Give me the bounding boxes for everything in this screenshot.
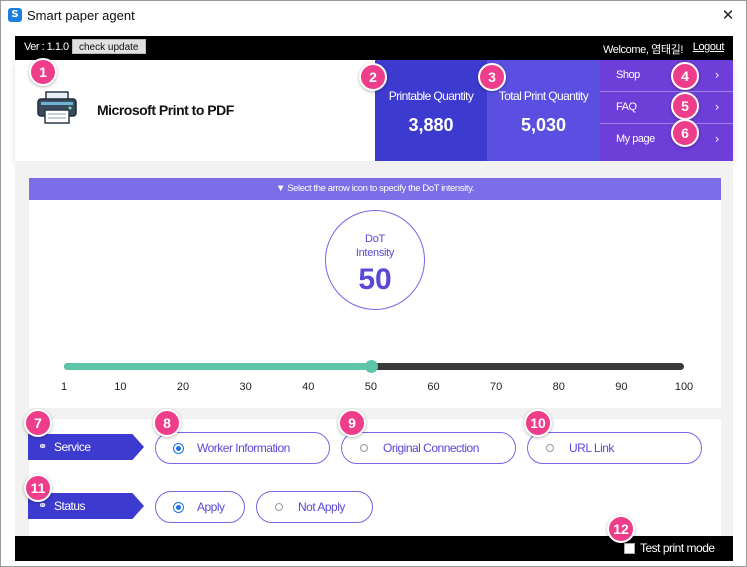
close-icon[interactable]: ✕ bbox=[718, 5, 738, 25]
radio-original-connection[interactable]: Original Connection bbox=[341, 432, 516, 464]
app-logo-icon: S bbox=[8, 8, 22, 22]
radio-worker-information[interactable]: Worker Information bbox=[155, 432, 330, 464]
printable-quantity-label: Printable Quantity bbox=[388, 89, 474, 103]
printable-quantity-panel: Printable Quantity 3,880 bbox=[375, 60, 487, 161]
slider-tick-label: 10 bbox=[114, 381, 127, 393]
link-icon: ⚭ bbox=[38, 440, 47, 453]
menu-item-label: My page bbox=[616, 133, 655, 145]
menu-item-label: FAQ bbox=[616, 101, 637, 113]
marker-badge-5: 5 bbox=[671, 92, 699, 120]
slider-tick-label: 100 bbox=[674, 381, 694, 393]
marker-badge-9: 9 bbox=[338, 409, 366, 437]
radio-checked-icon bbox=[174, 503, 183, 512]
marker-badge-10: 10 bbox=[524, 409, 552, 437]
dot-intensity-display: DoT Intensity 50 bbox=[325, 210, 425, 310]
marker-badge-4: 4 bbox=[671, 62, 699, 90]
slider-tick-label: 30 bbox=[239, 381, 252, 393]
radio-unchecked-icon bbox=[360, 444, 368, 452]
dot-intensity-panel: ▼ Select the arrow icon to specify the D… bbox=[29, 178, 721, 408]
radio-url-link[interactable]: URL Link bbox=[527, 432, 702, 464]
dot-title-line1: DoT bbox=[365, 233, 385, 245]
slider-fill bbox=[64, 363, 371, 370]
dot-intensity-title: DoT Intensity bbox=[326, 232, 424, 260]
radio-unchecked-icon bbox=[546, 444, 554, 452]
printable-quantity-value: 3,880 bbox=[408, 115, 454, 135]
slider-tick-label: 90 bbox=[615, 381, 628, 393]
header-bar: Ver : 1.1.0 check update Welcome, 염태길! L… bbox=[15, 36, 733, 60]
menu-item-label: Shop bbox=[616, 69, 640, 81]
slider-tick-label: 20 bbox=[176, 381, 190, 393]
chevron-right-icon: › bbox=[714, 100, 720, 114]
check-update-button[interactable]: check update bbox=[72, 39, 146, 54]
menu-item-faq[interactable]: FAQ › bbox=[600, 92, 733, 123]
marker-badge-1: 1 bbox=[29, 58, 57, 86]
marker-badge-12: 12 bbox=[607, 515, 635, 543]
logout-link[interactable]: Logout bbox=[693, 41, 725, 53]
window-title: Smart paper agent bbox=[27, 8, 135, 23]
dot-intensity-value: 50 bbox=[358, 263, 392, 296]
test-print-label: Test print mode bbox=[640, 541, 715, 555]
slider-tick-label: 70 bbox=[489, 381, 503, 393]
printer-name: Microsoft Print to PDF bbox=[97, 102, 234, 118]
slider-tick-label: 1 bbox=[60, 381, 68, 393]
dot-title-line2: Intensity bbox=[355, 247, 395, 259]
chevron-right-icon: › bbox=[714, 68, 720, 82]
side-menu: Shop › FAQ › My page › bbox=[600, 60, 733, 161]
slider-tick-label: 50 bbox=[364, 381, 377, 393]
printer-icon bbox=[37, 91, 77, 124]
marker-badge-11: 11 bbox=[24, 474, 52, 502]
title-bar: S Smart paper agent ✕ bbox=[1, 1, 746, 31]
marker-badge-2: 2 bbox=[359, 63, 387, 91]
radio-unchecked-icon bbox=[275, 503, 283, 511]
main-body: ▼ Select the arrow icon to specify the D… bbox=[15, 161, 733, 536]
radio-apply[interactable]: Apply bbox=[155, 491, 245, 523]
radio-checked-icon bbox=[174, 444, 183, 453]
total-quantity-value: 5,030 bbox=[520, 115, 567, 135]
marker-badge-6: 6 bbox=[671, 119, 699, 147]
radio-not-apply[interactable]: Not Apply bbox=[256, 491, 373, 523]
slider-tick-label: 80 bbox=[552, 381, 565, 393]
test-print-checkbox[interactable] bbox=[624, 543, 635, 554]
marker-badge-7: 7 bbox=[24, 409, 52, 437]
dot-instruction-banner: ▼ Select the arrow icon to specify the D… bbox=[29, 178, 721, 200]
menu-item-shop[interactable]: Shop › bbox=[600, 60, 733, 91]
dot-intensity-slider[interactable] bbox=[64, 360, 684, 373]
marker-badge-8: 8 bbox=[153, 409, 181, 437]
app-window: S Smart paper agent ✕ Ver : 1.1.0 check … bbox=[0, 0, 747, 567]
slider-thumb[interactable] bbox=[364, 360, 378, 373]
marker-badge-3: 3 bbox=[478, 63, 506, 91]
service-label: ⚭ Service bbox=[28, 434, 144, 460]
menu-item-my-page[interactable]: My page › bbox=[600, 124, 733, 155]
slider-tick-label: 40 bbox=[302, 381, 315, 393]
slider-tick-label: 60 bbox=[427, 381, 440, 393]
chevron-right-icon: › bbox=[714, 132, 720, 146]
version-label: Ver : 1.1.0 bbox=[24, 41, 69, 53]
welcome-text: Welcome, 염태길! bbox=[603, 44, 683, 56]
total-quantity-label: Total Print Quantity bbox=[498, 89, 589, 103]
